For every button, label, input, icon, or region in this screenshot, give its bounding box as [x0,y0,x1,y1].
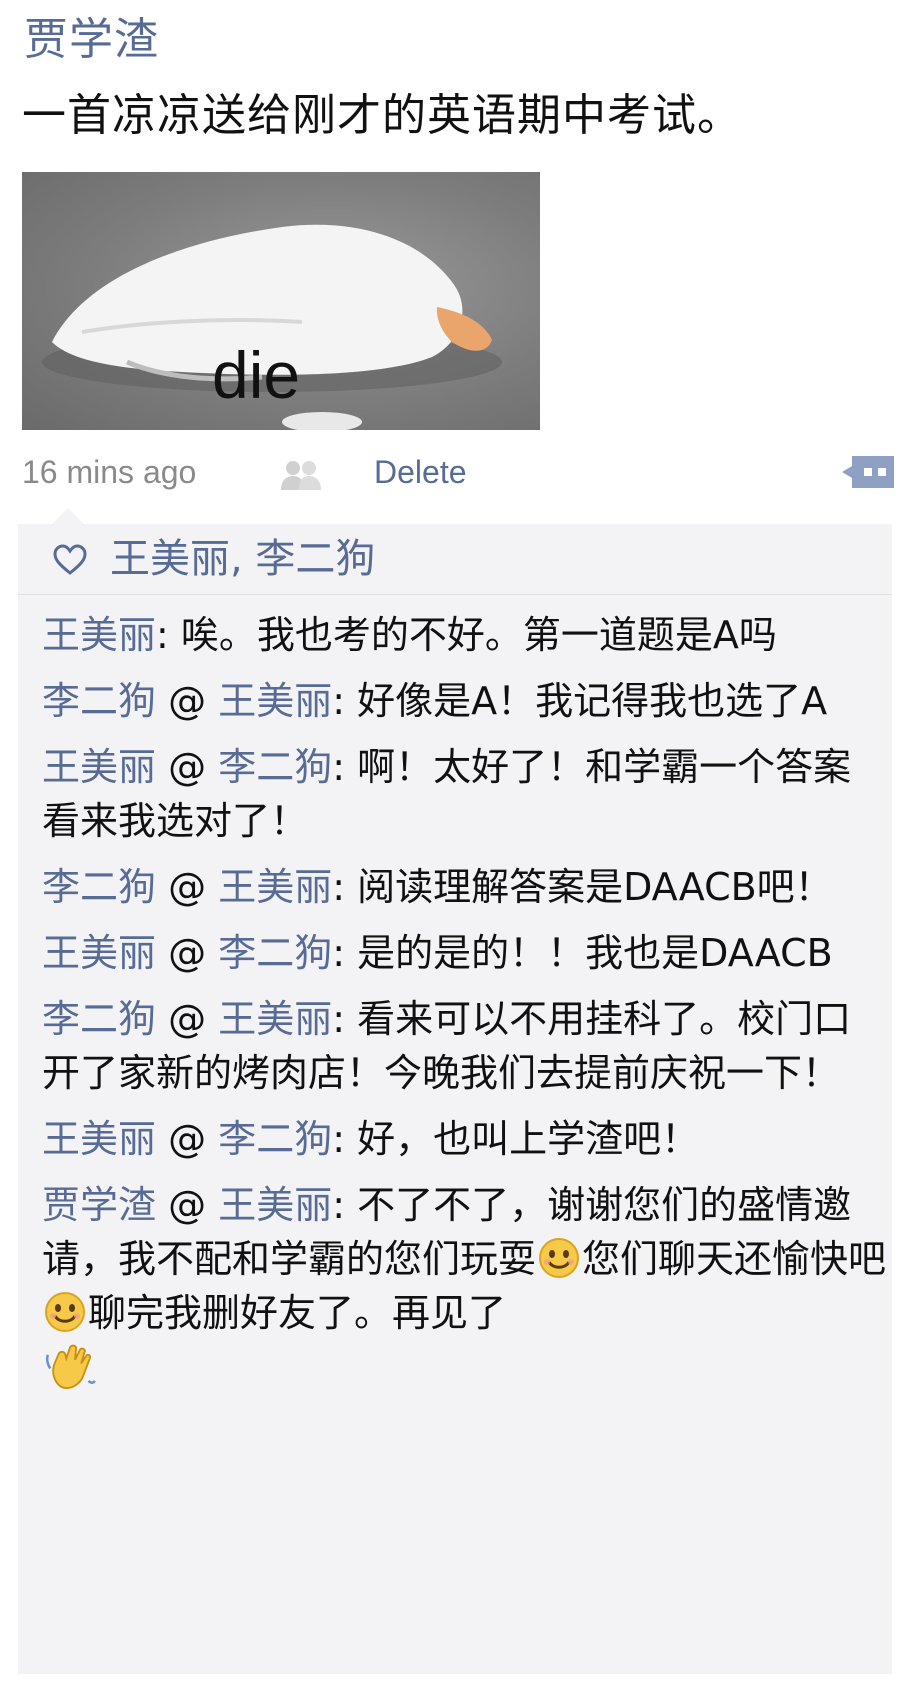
comment-text: 您们聊天还愉快吧 [582,1237,887,1281]
comment-item[interactable]: 王美丽 @ 李二狗: 是的是的！！我也是DAACB [42,926,888,980]
comment-bubble-icon[interactable] [838,450,898,494]
comment-text: 聊完我删好友了。再见了 [88,1291,507,1335]
comment-separator: : [332,1183,358,1227]
comment-separator: : [332,931,358,975]
heart-icon [52,544,88,576]
reply-target[interactable]: 李二狗 [218,931,332,975]
post-meta-row: 16 mins ago Delete [22,448,898,504]
reply-target[interactable]: 王美丽 [218,865,332,909]
comment-author[interactable]: 王美丽 [42,745,156,789]
comment-separator: : [332,1117,358,1161]
likes-names[interactable]: 王美丽, 李二狗 [110,530,375,588]
reply-at-symbol: @ [156,997,219,1041]
reply-at-symbol: @ [156,931,219,975]
reply-target[interactable]: 王美丽 [218,1183,332,1227]
comment-text: 好，也叫上学渣吧！ [357,1117,700,1161]
reply-at-symbol: @ [156,679,219,723]
reply-at-symbol: @ [156,1117,219,1161]
comment-text: 唉。我也考的不好。第一道题是A吗 [180,613,777,657]
comment-author[interactable]: 李二狗 [42,865,156,909]
comment-author[interactable]: 李二狗 [42,679,156,723]
moments-post: 贾学渣 一首凉凉送给刚才的英语期中考试。 die 16 mins ago Del… [0,0,920,1701]
reply-at-symbol: @ [156,745,219,789]
comment-author[interactable]: 王美丽 [42,931,156,975]
reply-target[interactable]: 李二狗 [218,1117,332,1161]
comment-author[interactable]: 李二狗 [42,997,156,1041]
comment-separator: : [332,745,358,789]
comment-author[interactable]: 贾学渣 [42,1183,156,1227]
smile-emoji-icon [45,1292,85,1332]
comment-author[interactable]: 王美丽 [42,613,156,657]
post-author[interactable]: 贾学渣 [24,10,159,70]
comment-separator: : [332,865,358,909]
smile-emoji-icon [539,1238,580,1278]
comment-item[interactable]: 王美丽 @ 李二狗: 好，也叫上学渣吧！ [42,1112,888,1166]
reply-target[interactable]: 王美丽 [218,679,332,723]
reply-target[interactable]: 王美丽 [218,997,332,1041]
reply-at-symbol: @ [156,865,219,909]
comment-item[interactable]: 王美丽: 唉。我也考的不好。第一道题是A吗 [42,608,888,662]
comment-text: 好像是A！我记得我也选了A [357,679,828,723]
comment-text: 阅读理解答案是DAACB吧！ [357,865,833,909]
waving-hand-emoji-icon [45,1344,96,1389]
likes-row: 王美丽, 李二狗 [18,524,892,595]
comment-item[interactable]: 李二狗 @ 王美丽: 阅读理解答案是DAACB吧！ [42,860,888,914]
comment-item[interactable]: 李二狗 @ 王美丽: 看来可以不用挂科了。校门口开了家新的烤肉店！今晚我们去提前… [42,992,888,1100]
comment-separator: : [332,679,358,723]
reply-at-symbol: @ [156,1183,219,1227]
comment-item[interactable]: 王美丽 @ 李二狗: 啊！太好了！和学霸一个答案看来我选对了！ [42,740,888,848]
reply-target[interactable]: 李二狗 [218,745,332,789]
comment-item[interactable]: 贾学渣 @ 王美丽: 不了不了，谢谢您们的盛情邀请，我不配和学霸的您们玩耍 您们聊… [42,1178,888,1399]
comment-list: 王美丽: 唉。我也考的不好。第一道题是A吗 李二狗 @ 王美丽: 好像是A！我记… [42,608,888,1411]
delete-button[interactable]: Delete [374,454,467,491]
post-text: 一首凉凉送给刚才的英语期中考试。 [22,90,742,141]
comment-author[interactable]: 王美丽 [42,1117,156,1161]
post-time: 16 mins ago [22,454,197,490]
image-caption-text: die [212,338,301,412]
comment-separator: : [332,997,358,1041]
post-image[interactable]: die [22,172,540,430]
comment-separator: : [156,613,181,657]
comment-item[interactable]: 李二狗 @ 王美丽: 好像是A！我记得我也选了A [42,674,888,728]
comment-text: 是的是的！！我也是DAACB [357,931,833,975]
comments-panel: 王美丽, 李二狗 王美丽: 唉。我也考的不好。第一道题是A吗 李二狗 @ 王美丽… [18,508,892,1674]
friends-visible-icon [278,458,324,494]
